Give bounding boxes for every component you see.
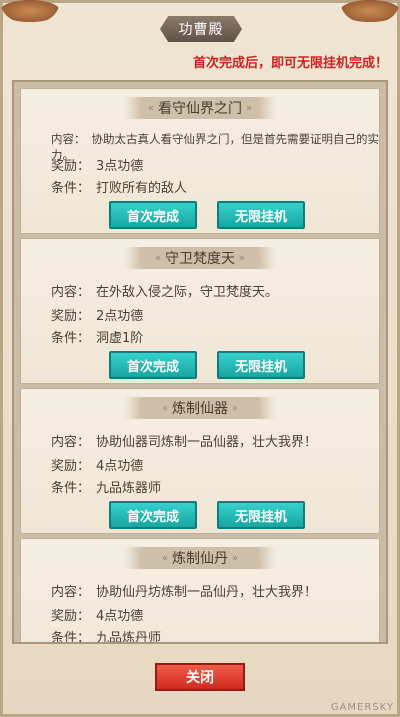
reward-label: 奖励：	[51, 459, 91, 474]
reward-value: 4点功德	[96, 459, 144, 474]
task-reward-row: 奖励： 2点功德	[51, 305, 143, 324]
condition-label: 条件：	[51, 631, 91, 644]
condition-value: 九品炼丹师	[96, 631, 162, 644]
reward-label: 奖励：	[51, 159, 91, 174]
condition-label: 条件：	[51, 331, 91, 346]
chevron-left-icon: «	[154, 252, 161, 264]
chevron-right-icon: »	[246, 102, 253, 114]
task-card: « 炼制仙器 » 内容： 协助仙器司炼制一品仙器，壮大我界！ 奖励： 4点功德 条件…	[20, 388, 380, 534]
reward-label: 奖励：	[51, 309, 91, 324]
task-content-row: 内容： 在外敌入侵之际，守卫梵度天。	[51, 281, 278, 300]
condition-value: 打败所有的敌人	[96, 181, 188, 196]
reward-label: 奖励：	[51, 609, 91, 624]
task-card: « 看守仙界之门 » 内容： 协助太古真人看守仙界之门，但是首先需要证明自己的实力…	[20, 88, 380, 234]
task-title: 看守仙界之门	[158, 101, 242, 117]
task-condition-row: 条件： 九品炼器师	[51, 477, 161, 496]
condition-value: 洞虚1阶	[96, 331, 144, 346]
task-title: 炼制仙器	[172, 401, 228, 417]
chevron-left-icon: «	[161, 552, 168, 564]
chevron-left-icon: «	[161, 402, 168, 414]
task-list[interactable]: « 看守仙界之门 » 内容： 协助太古真人看守仙界之门，但是首先需要证明自己的实力…	[12, 80, 388, 644]
chevron-left-icon: «	[147, 102, 154, 114]
content-value: 协助仙丹坊炼制一品仙丹，壮大我界！	[96, 585, 318, 600]
task-title-plate: « 炼制仙器 »	[124, 397, 276, 419]
content-label: 内容：	[51, 435, 91, 450]
close-button[interactable]: 关闭	[155, 663, 245, 691]
content-value: 协助仙器司炼制一品仙器，壮大我界！	[96, 435, 318, 450]
condition-label: 条件：	[51, 481, 91, 496]
first-complete-button[interactable]: 首次完成	[109, 501, 197, 529]
content-label: 内容：	[51, 585, 91, 600]
chevron-right-icon: »	[239, 252, 246, 264]
first-complete-button[interactable]: 首次完成	[109, 351, 197, 379]
task-card: « 守卫梵度天 » 内容： 在外敌入侵之际，守卫梵度天。 奖励： 2点功德 条件： 洞…	[20, 238, 380, 384]
reward-value: 2点功德	[96, 309, 144, 324]
task-reward-row: 奖励： 4点功德	[51, 455, 143, 474]
watermark: GAMERSKY	[330, 702, 394, 713]
task-content-row: 内容： 协助仙器司炼制一品仙器，壮大我界！	[51, 431, 317, 450]
content-label: 内容：	[51, 132, 86, 146]
reward-value: 4点功德	[96, 609, 144, 624]
idle-notice: 首次完成后，即可无限挂机完成！	[192, 56, 388, 71]
idle-button[interactable]: 无限挂机	[217, 501, 305, 529]
task-title: 炼制仙丹	[172, 551, 228, 567]
task-title-plate: « 守卫梵度天 »	[124, 247, 276, 269]
task-reward-row: 奖励： 4点功德	[51, 605, 143, 624]
task-content-row: 内容： 协助仙丹坊炼制一品仙丹，壮大我界！	[51, 581, 317, 600]
task-reward-row: 奖励： 3点功德	[51, 155, 143, 174]
task-condition-row: 条件： 打败所有的敌人	[51, 177, 187, 196]
task-card: « 炼制仙丹 » 内容： 协助仙丹坊炼制一品仙丹，壮大我界！ 奖励： 4点功德 条件…	[20, 538, 380, 644]
condition-value: 九品炼器师	[96, 481, 162, 496]
condition-label: 条件：	[51, 181, 91, 196]
task-condition-row: 条件： 九品炼丹师	[51, 627, 162, 644]
task-condition-row: 条件： 洞虚1阶	[51, 327, 143, 346]
content-label: 内容：	[51, 285, 91, 300]
window-title: 功曹殿	[160, 16, 242, 42]
idle-button[interactable]: 无限挂机	[217, 201, 305, 229]
first-complete-button[interactable]: 首次完成	[109, 201, 197, 229]
task-title: 守卫梵度天	[165, 251, 235, 267]
idle-button[interactable]: 无限挂机	[217, 351, 305, 379]
chevron-right-icon: »	[232, 552, 239, 564]
content-value: 在外敌入侵之际，守卫梵度天。	[96, 285, 279, 300]
task-title-plate: « 炼制仙丹 »	[124, 547, 276, 569]
reward-value: 3点功德	[96, 159, 144, 174]
task-title-plate: « 看守仙界之门 »	[124, 97, 276, 119]
chevron-right-icon: »	[232, 402, 239, 414]
